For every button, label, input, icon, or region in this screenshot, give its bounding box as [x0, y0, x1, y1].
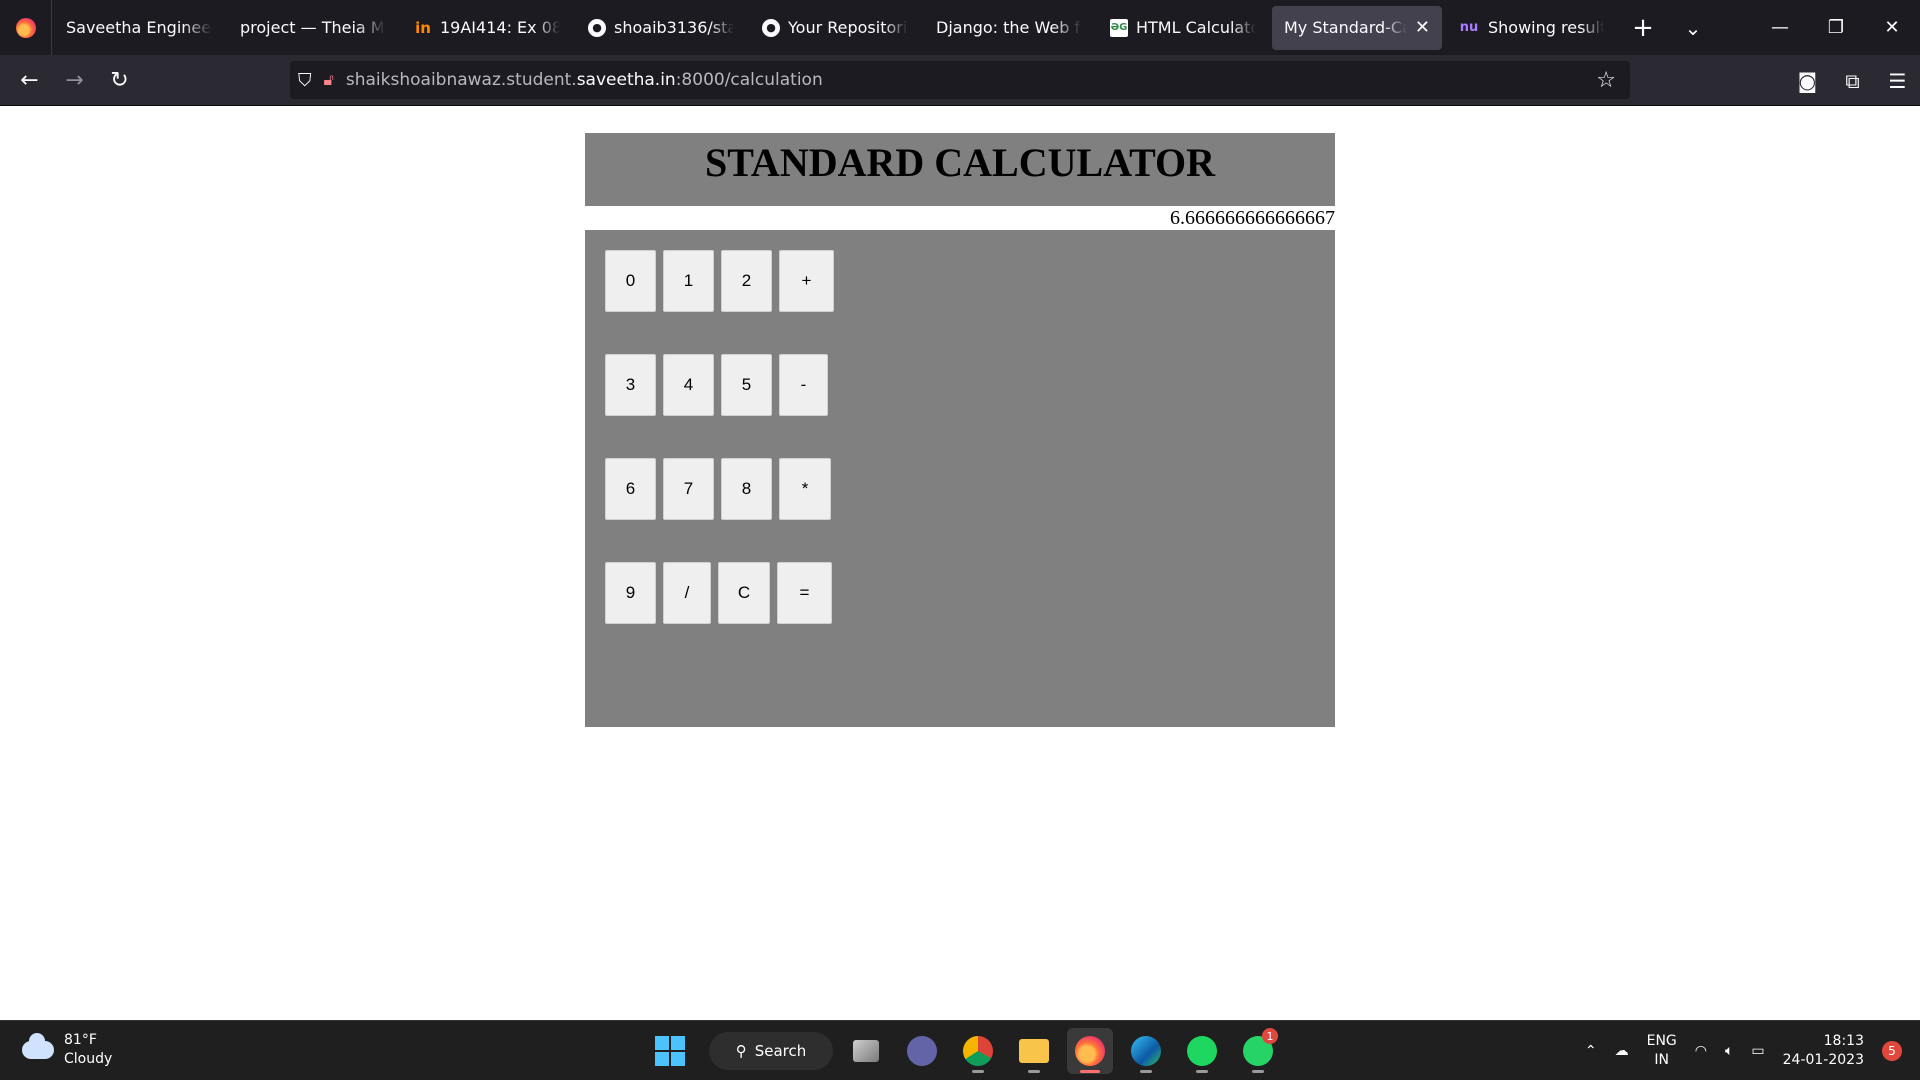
volume-icon[interactable]: 🔈︎ [1725, 1043, 1733, 1059]
key-equals[interactable]: = [777, 562, 832, 624]
language-indicator[interactable]: ENG IN [1647, 1032, 1677, 1070]
tab-showing-results[interactable]: nu Showing results fo [1446, 6, 1616, 50]
teams-chat-icon[interactable] [899, 1028, 945, 1074]
temperature: 81°F [64, 1032, 97, 1048]
key-0[interactable]: 0 [605, 250, 656, 312]
weather-widget[interactable]: 81°F Cloudy [22, 1031, 112, 1069]
search-icon: ⚲ [735, 1042, 747, 1060]
key-9[interactable]: 9 [605, 562, 656, 624]
system-tray: ⌃ ☁ ENG IN ◠ 🔈︎ ▭ 18:13 24-01-2023 5 [1585, 1021, 1920, 1081]
toolbar-right: ◙ ⧉ ☰ [1785, 55, 1920, 106]
list-tabs-chevron-icon[interactable]: ⌄ [1668, 16, 1718, 40]
tab-your-repositories[interactable]: ● Your Repositories [750, 6, 920, 50]
clock[interactable]: 18:13 24-01-2023 [1783, 1032, 1864, 1070]
in-icon: in [415, 18, 431, 37]
task-view-icon[interactable] [843, 1028, 889, 1074]
key-2[interactable]: 2 [721, 250, 772, 312]
tab-django[interactable]: Django: the Web fram [924, 6, 1094, 50]
key-minus[interactable]: - [779, 354, 828, 416]
notification-badge[interactable]: 5 [1882, 1041, 1902, 1061]
reload-icon[interactable]: ↻ [97, 68, 142, 93]
taskbar-apps: ⚲ Search 1 [655, 1027, 1281, 1075]
weather-condition: Cloudy [64, 1051, 113, 1067]
chrome-icon[interactable] [955, 1028, 1001, 1074]
hamburger-menu-icon[interactable]: ☰ [1875, 69, 1920, 93]
insecure-lock-icon[interactable]: 🔓︎ [324, 70, 334, 90]
whatsapp-badge: 1 [1262, 1028, 1278, 1044]
key-divide[interactable]: / [663, 562, 711, 624]
new-tab-icon[interactable]: + [1618, 13, 1668, 43]
windows-start-icon[interactable] [655, 1036, 685, 1066]
key-6[interactable]: 6 [605, 458, 656, 520]
key-4[interactable]: 4 [663, 354, 714, 416]
window-controls: — ❐ ✕ [1752, 17, 1920, 38]
onedrive-cloud-icon[interactable]: ☁ [1615, 1043, 1629, 1059]
bookmark-star-icon[interactable]: ☆ [1596, 68, 1616, 93]
key-8[interactable]: 8 [721, 458, 772, 520]
firefox-icon[interactable] [1067, 1028, 1113, 1074]
tab-saveetha[interactable]: Saveetha Engineering [54, 6, 224, 50]
forward-arrow-icon[interactable]: → [52, 68, 97, 93]
extensions-icon[interactable]: ⧉ [1830, 69, 1875, 93]
page-viewport: STANDARD CALCULATOR 6.666666666666667 0 … [0, 106, 1920, 1020]
tab-19ai414[interactable]: in 19AI414: Ex 08: D [402, 6, 572, 50]
pocket-icon[interactable]: ◙ [1785, 69, 1830, 93]
key-clear[interactable]: C [718, 562, 770, 624]
key-1[interactable]: 1 [663, 250, 714, 312]
tab-my-standard-calculator[interactable]: My Standard-Calcu ✕ [1272, 5, 1442, 50]
key-5[interactable]: 5 [721, 354, 772, 416]
key-plus[interactable]: + [779, 250, 834, 312]
wifi-icon[interactable]: ◠ [1695, 1043, 1707, 1059]
minimize-icon[interactable]: — [1752, 17, 1808, 38]
tab-github-repo[interactable]: ● shoaib3136/stand [576, 6, 746, 50]
taskbar: 81°F Cloudy ⚲ Search 1 ⌃ ☁ ENG IN ◠ 🔈︎ ▭… [0, 1020, 1920, 1080]
key-multiply[interactable]: * [779, 458, 831, 520]
github-icon: ● [762, 18, 780, 37]
shield-icon[interactable]: ⛉ [298, 70, 312, 91]
spotify-icon[interactable] [1179, 1028, 1225, 1074]
file-explorer-icon[interactable] [1011, 1028, 1057, 1074]
gfg-icon: ƏG [1110, 18, 1128, 37]
address-bar[interactable]: ⛉ 🔓︎ shaikshoaibnawaz.student.saveetha.i… [290, 61, 1630, 99]
calculator-header: STANDARD CALCULATOR [585, 133, 1335, 206]
back-arrow-icon[interactable]: ← [7, 68, 52, 93]
close-window-icon[interactable]: ✕ [1864, 17, 1920, 38]
taskbar-search[interactable]: ⚲ Search [709, 1032, 833, 1070]
firefox-menu-icon[interactable] [0, 0, 52, 55]
calculator-keypad: 0 1 2 + 3 4 5 - 6 7 8 * 9 / C = [585, 230, 1335, 727]
clock-date: 24-01-2023 [1782, 1052, 1864, 1068]
chevron-up-icon[interactable]: ⌃ [1585, 1043, 1597, 1059]
cloud-icon [22, 1033, 54, 1059]
nu-icon: nu [1459, 20, 1479, 35]
close-tab-icon[interactable]: ✕ [1415, 17, 1430, 38]
restore-icon[interactable]: ❐ [1808, 17, 1864, 38]
tab-theia[interactable]: project — Theia Multi [228, 6, 398, 50]
url-text[interactable]: shaikshoaibnawaz.student.saveetha.in:800… [346, 70, 823, 90]
tab-strip: Saveetha Engineering project — Theia Mul… [0, 0, 1920, 55]
key-3[interactable]: 3 [605, 354, 656, 416]
page-title: STANDARD CALCULATOR [704, 140, 1216, 185]
whatsapp-icon[interactable]: 1 [1235, 1028, 1281, 1074]
result-display: 6.666666666666667 [1170, 207, 1335, 229]
github-icon: ● [588, 18, 606, 37]
tab-html-calculator[interactable]: ƏG HTML Calculator - [1098, 6, 1268, 50]
clock-time: 18:13 [1823, 1033, 1864, 1049]
edge-icon[interactable] [1123, 1028, 1169, 1074]
navigation-toolbar: ← → ↻ ⛉ 🔓︎ shaikshoaibnawaz.student.save… [0, 55, 1920, 106]
battery-icon[interactable]: ▭ [1751, 1043, 1764, 1059]
key-7[interactable]: 7 [663, 458, 714, 520]
